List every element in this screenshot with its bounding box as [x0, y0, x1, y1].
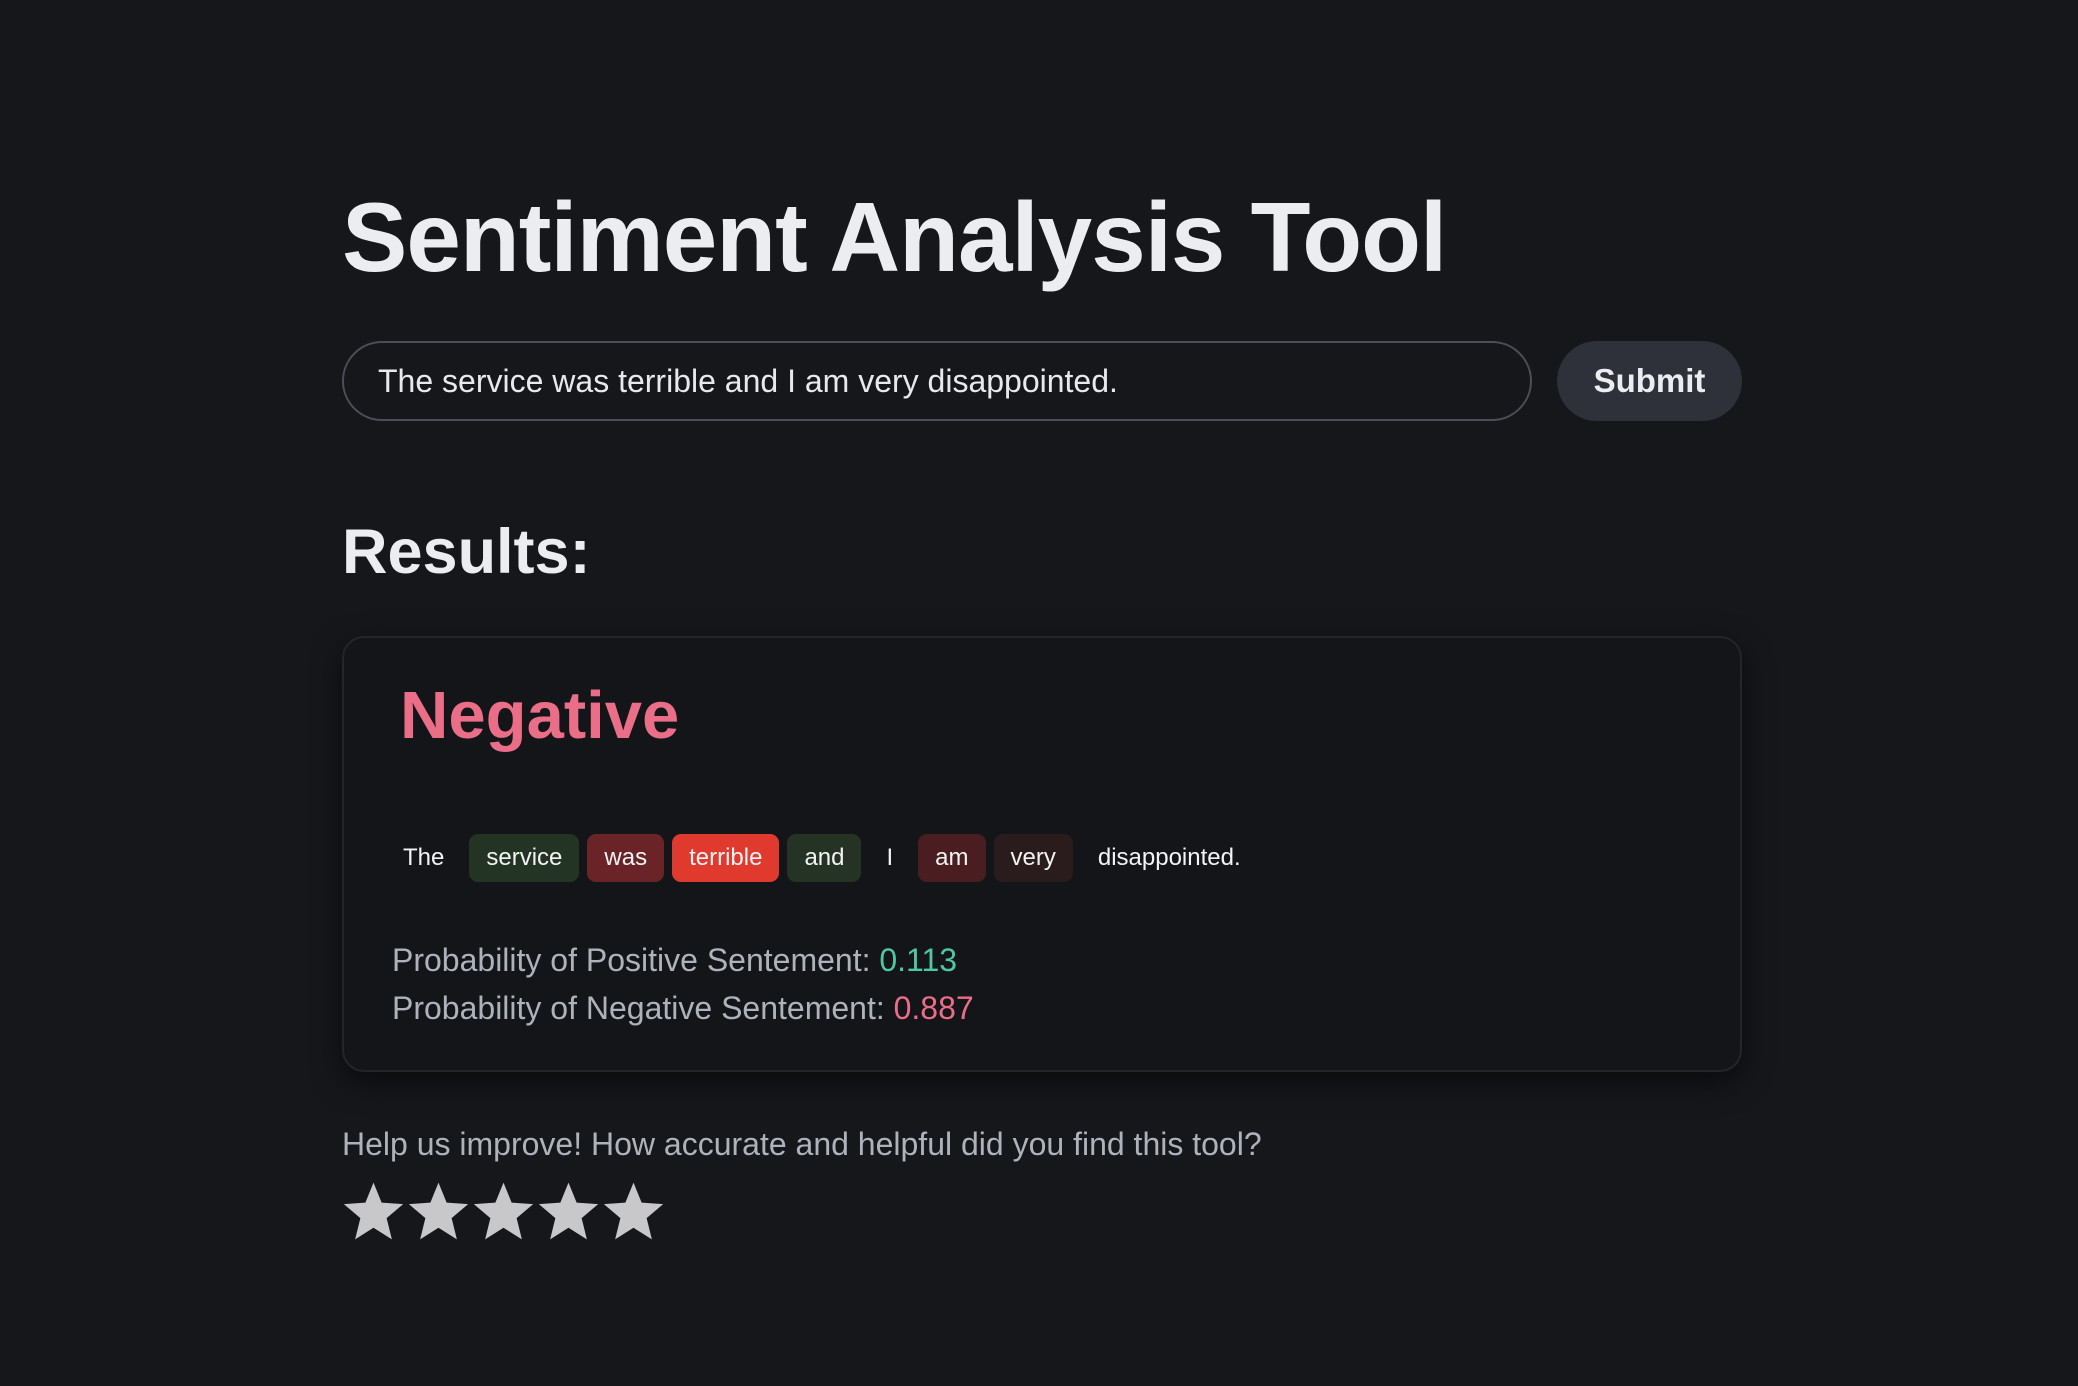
- star-icon[interactable]: [472, 1178, 535, 1244]
- token: was: [587, 834, 665, 882]
- sentence-input[interactable]: [342, 341, 1532, 421]
- token: service: [469, 834, 580, 882]
- star-icon[interactable]: [602, 1178, 665, 1244]
- token: The: [403, 844, 445, 871]
- token: I: [886, 844, 894, 871]
- positive-probability-label: Probability of Positive Sentement:: [392, 942, 880, 978]
- star-icon[interactable]: [537, 1178, 600, 1244]
- token: am: [918, 834, 986, 882]
- negative-probability-value: 0.887: [893, 990, 974, 1026]
- submit-button[interactable]: Submit: [1557, 341, 1742, 421]
- star-icon[interactable]: [342, 1178, 405, 1244]
- token-highlights: The service was terrible and I am very d…: [386, 834, 1258, 882]
- star-rating: [342, 1178, 665, 1244]
- token: very: [993, 834, 1073, 882]
- token: and: [787, 834, 862, 882]
- positive-probability: Probability of Positive Sentement: 0.113: [392, 936, 974, 984]
- page-title: Sentiment Analysis Tool: [342, 182, 1447, 292]
- token: disappointed.: [1097, 844, 1241, 871]
- star-icon[interactable]: [407, 1178, 470, 1244]
- input-row: Submit: [342, 341, 1742, 421]
- feedback-prompt: Help us improve! How accurate and helpfu…: [342, 1126, 1262, 1162]
- negative-probability: Probability of Negative Sentement: 0.887: [392, 984, 974, 1032]
- negative-probability-label: Probability of Negative Sentement:: [392, 990, 894, 1026]
- results-card: Negative The service was terrible and I …: [342, 636, 1742, 1072]
- probabilities: Probability of Positive Sentement: 0.113…: [392, 936, 974, 1032]
- results-heading: Results:: [342, 517, 591, 587]
- sentiment-verdict: Negative: [400, 678, 680, 753]
- positive-probability-value: 0.113: [879, 942, 958, 978]
- token: terrible: [672, 834, 780, 882]
